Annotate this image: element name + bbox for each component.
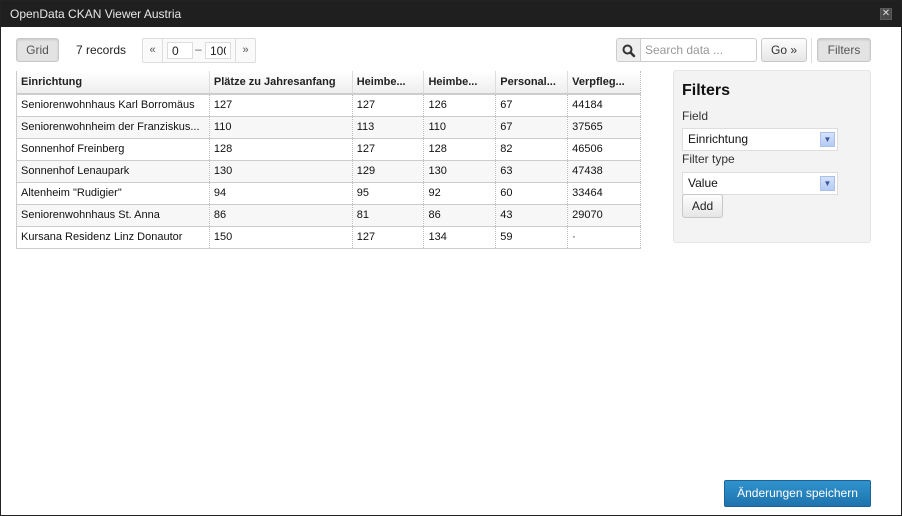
pager-next-button[interactable]: » (235, 39, 255, 62)
cell-value: 127 (351, 138, 424, 161)
go-button[interactable]: Go » (761, 38, 807, 62)
title-bar: OpenData CKAN Viewer Austria ✕ (1, 1, 901, 27)
cell-value: 63 (495, 160, 568, 183)
filter-type-select[interactable]: Value ▼ (682, 172, 838, 195)
cell-value: 113 (351, 116, 424, 139)
cell-value: 94 (208, 182, 353, 205)
search-icon (616, 38, 640, 62)
cell-value: 67 (495, 94, 568, 117)
cell-name: Kursana Residenz Linz Donautor (16, 226, 210, 249)
pager: « – » (142, 38, 256, 63)
data-grid: Einrichtung Plätze zu Jahresanfang Heimb… (16, 71, 641, 249)
table-row[interactable]: Sonnenhof Lenaupark 130 129 130 63 47438 (16, 160, 641, 183)
toolbar-divider (811, 38, 812, 63)
chevron-down-icon: ▼ (820, 132, 835, 147)
cell-value: 82 (495, 138, 568, 161)
search-input[interactable] (640, 38, 757, 62)
cell-value: 43 (495, 204, 568, 227)
cell-value: 46506 (567, 138, 641, 161)
chevron-down-icon: ▼ (820, 176, 835, 191)
cell-value: 128 (423, 138, 496, 161)
column-header[interactable]: Heimbe... (423, 71, 496, 95)
column-header[interactable]: Einrichtung (16, 71, 210, 95)
table-row[interactable]: Seniorenwohnhaus St. Anna 86 81 86 43 29070 (16, 204, 641, 227)
cell-value: 37565 (567, 116, 641, 139)
cell-name: Seniorenwohnheim der Franziskus... (16, 116, 210, 139)
cell-value: 127 (351, 94, 424, 117)
close-icon[interactable]: ✕ (880, 8, 892, 20)
cell-value: 47438 (567, 160, 641, 183)
column-header[interactable]: Plätze zu Jahresanfang (208, 71, 353, 95)
cell-name: Sonnenhof Freinberg (16, 138, 210, 161)
cell-value: 44184 (567, 94, 641, 117)
table-row[interactable]: Sonnenhof Freinberg 128 127 128 82 46506 (16, 138, 641, 161)
field-select-value: Einrichtung (688, 132, 749, 146)
cell-value: 86 (423, 204, 496, 227)
pager-to-input[interactable] (205, 42, 231, 59)
cell-value: 95 (351, 182, 424, 205)
table-row[interactable]: Kursana Residenz Linz Donautor 150 127 134 5… (16, 226, 641, 249)
field-select[interactable]: Einrichtung ▼ (682, 128, 838, 151)
cell-value: 130 (423, 160, 496, 183)
cell-value: 134 (423, 226, 496, 249)
cell-value: 60 (495, 182, 568, 205)
column-header[interactable]: Heimbe... (351, 71, 424, 95)
cell-value: 81 (351, 204, 424, 227)
filters-title: Filters (682, 82, 731, 99)
pager-prev-button[interactable]: « (143, 39, 163, 62)
cell-name: Altenheim "Rudigier" (16, 182, 210, 205)
filter-type-select-value: Value (688, 176, 718, 190)
cell-value: 150 (208, 226, 353, 249)
column-header[interactable]: Personal... (495, 71, 568, 95)
cell-value: 59 (495, 226, 568, 249)
window-title: OpenData CKAN Viewer Austria (10, 7, 182, 21)
table-row[interactable]: Altenheim "Rudigier" 94 95 92 60 33464 (16, 182, 641, 205)
pager-dash: – (195, 42, 202, 56)
cell-name: Seniorenwohnhaus St. Anna (16, 204, 210, 227)
column-header[interactable]: Verpfleg... (567, 71, 641, 95)
filters-toggle-button[interactable]: Filters (817, 38, 871, 62)
cell-value: 110 (423, 116, 496, 139)
field-label: Field (682, 109, 709, 123)
cell-value: 33464 (567, 182, 641, 205)
filter-type-label: Filter type (682, 152, 735, 166)
cell-value: · (567, 226, 641, 249)
cell-value: 92 (423, 182, 496, 205)
grid-view-button[interactable]: Grid (16, 38, 59, 62)
cell-value: 110 (208, 116, 353, 139)
dialog-window: OpenData CKAN Viewer Austria ✕ Grid 7 re… (0, 0, 902, 516)
cell-value: 127 (351, 226, 424, 249)
cell-value: 129 (351, 160, 424, 183)
grid-header-row: Einrichtung Plätze zu Jahresanfang Heimb… (16, 71, 641, 95)
cell-value: 29070 (567, 204, 641, 227)
save-changes-button[interactable]: Änderungen speichern (724, 480, 871, 507)
cell-value: 127 (208, 94, 353, 117)
cell-name: Seniorenwohnhaus Karl Borromäus (16, 94, 210, 117)
table-row[interactable]: Seniorenwohnheim der Franziskus... 110 113… (16, 116, 641, 139)
pager-from-input[interactable] (167, 42, 193, 59)
cell-value: 67 (495, 116, 568, 139)
cell-value: 130 (208, 160, 353, 183)
record-count: 7 records (76, 43, 127, 57)
table-row[interactable]: Seniorenwohnhaus Karl Borromäus 127 127 126… (16, 94, 641, 117)
add-filter-button[interactable]: Add (682, 194, 723, 218)
cell-value: 126 (423, 94, 496, 117)
cell-value: 86 (208, 204, 353, 227)
cell-name: Sonnenhof Lenaupark (16, 160, 210, 183)
filters-panel: Filters Field Einrichtung ▼ Filter type … (673, 70, 871, 243)
cell-value: 128 (208, 138, 353, 161)
